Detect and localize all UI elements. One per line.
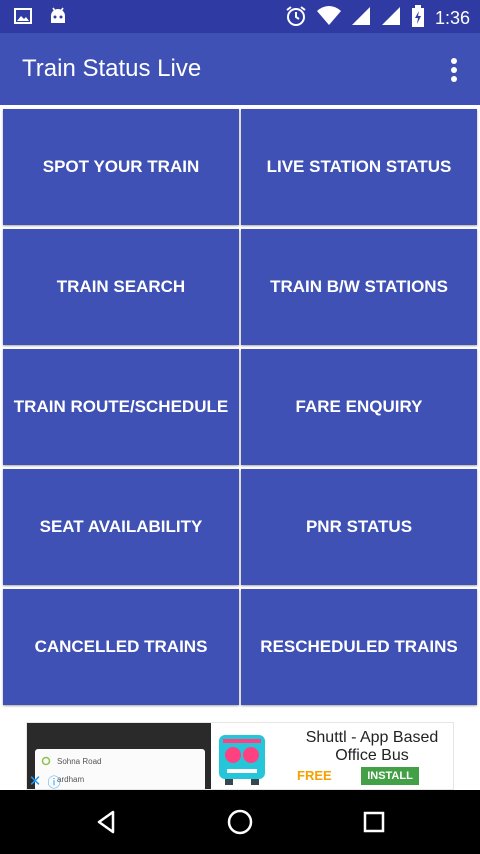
ad-close-icon[interactable]: ✕ (27, 771, 43, 789)
live-station-status-button[interactable]: LIVE STATION STATUS (241, 109, 477, 225)
app-bar: Train Status Live (0, 33, 480, 105)
ad-price: FREE (297, 768, 332, 783)
ad-info-icon[interactable]: ⓘ (45, 771, 63, 790)
android-icon (48, 7, 68, 30)
ad-install-button[interactable]: INSTALL (361, 767, 419, 785)
wifi-icon (316, 6, 341, 31)
battery-icon (411, 5, 425, 32)
rescheduled-trains-button[interactable]: RESCHEDULED TRAINS (241, 589, 477, 705)
navigation-bar (0, 790, 480, 854)
clock: 1:36 (434, 8, 470, 28)
ad-headline: Shuttl - App Based Office Bus (305, 729, 439, 764)
train-search-button[interactable]: TRAIN SEARCH (3, 229, 239, 345)
spot-your-train-button[interactable]: SPOT YOUR TRAIN (3, 109, 239, 225)
train-between-stations-button[interactable]: TRAIN B/W STATIONS (241, 229, 477, 345)
page-title: Train Status Live (22, 55, 202, 82)
train-route-schedule-button[interactable]: TRAIN ROUTE/SCHEDULE (3, 349, 239, 465)
home-icon[interactable] (222, 804, 258, 840)
recents-icon[interactable] (356, 804, 392, 840)
fare-enquiry-button[interactable]: FARE ENQUIRY (241, 349, 477, 465)
ad-map-line-1: Sohna Road (57, 757, 102, 766)
image-icon (14, 7, 32, 30)
signal-icon (351, 6, 371, 31)
ad-banner[interactable]: Sohna Road ardham ✕ ⓘ Shuttl - App Based… (26, 722, 454, 790)
overflow-menu-icon[interactable] (450, 57, 458, 83)
pnr-status-button[interactable]: PNR STATUS (241, 469, 477, 585)
status-bar: 1:36 (0, 0, 480, 33)
seat-availability-button[interactable]: SEAT AVAILABILITY (3, 469, 239, 585)
back-icon[interactable] (88, 804, 124, 840)
cancelled-trains-button[interactable]: CANCELLED TRAINS (3, 589, 239, 705)
shuttl-app-icon (211, 725, 273, 789)
alarm-icon (285, 5, 307, 32)
signal-icon-2 (381, 6, 401, 31)
